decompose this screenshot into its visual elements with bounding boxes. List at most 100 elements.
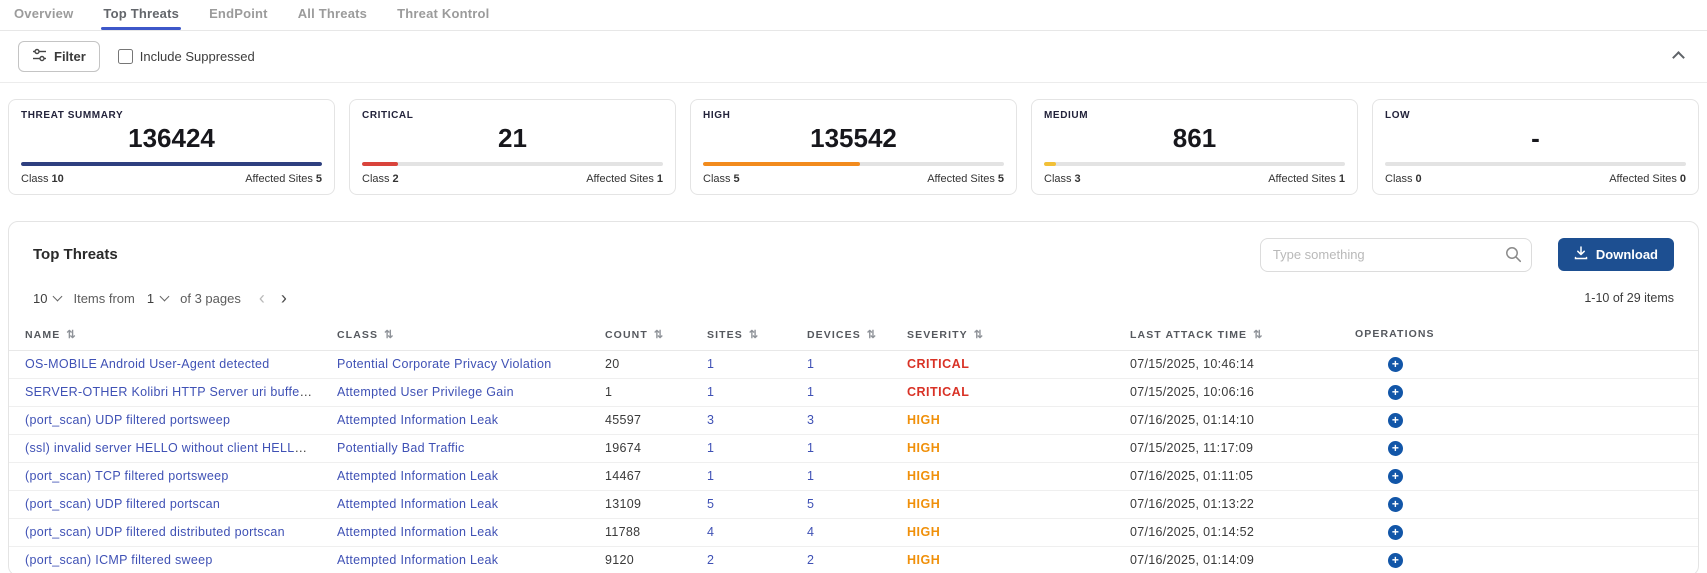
collapse-section-button[interactable]: [1668, 45, 1689, 69]
sort-icon[interactable]: ⇅: [384, 329, 393, 341]
tab-overview[interactable]: Overview: [12, 0, 75, 30]
pagination-bar: 10 Items from 1 of 3 pages ‹ › 1-10 of 2…: [9, 282, 1698, 319]
expand-plus-icon[interactable]: +: [1388, 497, 1403, 512]
devices-link[interactable]: 4: [807, 525, 814, 539]
expand-plus-icon[interactable]: +: [1388, 413, 1403, 428]
threat-name-link[interactable]: OS-MOBILE Android User-Agent detected: [25, 357, 270, 371]
column-header: SITES⇅: [692, 319, 792, 351]
sites-link[interactable]: 5: [707, 497, 714, 511]
summary-card: HIGH 135542 Class5 Affected Sites5: [690, 99, 1017, 195]
devices-link[interactable]: 5: [807, 497, 814, 511]
include-suppressed-checkbox[interactable]: Include Suppressed: [118, 49, 255, 64]
count-cell: 14467: [590, 462, 692, 490]
tab-all-threats[interactable]: All Threats: [296, 0, 369, 30]
sites-link[interactable]: 2: [707, 553, 714, 567]
table-row[interactable]: SERVER-OTHER Kolibri HTTP Server uri buf…: [9, 378, 1698, 406]
card-class-count: Class5: [703, 173, 740, 185]
search-icon[interactable]: [1505, 246, 1522, 268]
card-affected-sites: Affected Sites1: [586, 173, 663, 185]
threat-class-link[interactable]: Potential Corporate Privacy Violation: [337, 357, 551, 371]
expand-plus-icon[interactable]: +: [1388, 525, 1403, 540]
devices-link[interactable]: 1: [807, 385, 814, 399]
sites-link[interactable]: 1: [707, 469, 714, 483]
sites-link[interactable]: 1: [707, 357, 714, 371]
devices-link[interactable]: 1: [807, 441, 814, 455]
threat-name-link[interactable]: (port_scan) UDP filtered portscan: [25, 497, 220, 511]
count-cell: 19674: [590, 434, 692, 462]
threat-class-link[interactable]: Attempted Information Leak: [337, 469, 498, 483]
threat-class-link[interactable]: Attempted Information Leak: [337, 497, 498, 511]
threat-name-link[interactable]: (port_scan) ICMP filtered sweep: [25, 553, 213, 567]
threat-class-link[interactable]: Attempted User Privilege Gain: [337, 385, 514, 399]
next-page-button[interactable]: ›: [281, 288, 287, 309]
expand-plus-icon[interactable]: +: [1388, 357, 1403, 372]
chevron-up-icon: [1672, 51, 1685, 64]
table-row[interactable]: (ssl) invalid server HELLO without clien…: [9, 434, 1698, 462]
download-button[interactable]: Download: [1558, 238, 1674, 271]
threat-name-link[interactable]: (port_scan) UDP filtered portsweep: [25, 413, 230, 427]
summary-card: CRITICAL 21 Class2 Affected Sites1: [349, 99, 676, 195]
tab-endpoint[interactable]: EndPoint: [207, 0, 270, 30]
prev-page-button[interactable]: ‹: [259, 288, 265, 309]
severity-label: HIGH: [907, 413, 940, 427]
severity-label: HIGH: [907, 441, 940, 455]
tab-threat-kontrol[interactable]: Threat Kontrol: [395, 0, 491, 30]
threat-name-link[interactable]: SERVER-OTHER Kolibri HTTP Server uri buf…: [25, 385, 322, 399]
filter-button[interactable]: Filter: [18, 41, 100, 72]
sites-link[interactable]: 3: [707, 413, 714, 427]
threat-name-link[interactable]: (port_scan) TCP filtered portsweep: [25, 469, 229, 483]
threat-class-link[interactable]: Attempted Information Leak: [337, 525, 498, 539]
devices-link[interactable]: 1: [807, 469, 814, 483]
sites-link[interactable]: 1: [707, 385, 714, 399]
sort-icon[interactable]: ⇅: [654, 329, 663, 341]
sites-link[interactable]: 4: [707, 525, 714, 539]
include-suppressed-checkbox-input[interactable]: [118, 49, 133, 64]
table-row[interactable]: (port_scan) ICMP filtered sweep Attempte…: [9, 546, 1698, 573]
expand-plus-icon[interactable]: +: [1388, 553, 1403, 568]
card-affected-sites: Affected Sites0: [1609, 173, 1686, 185]
tab-top-threats[interactable]: Top Threats: [101, 0, 181, 30]
sort-icon[interactable]: ⇅: [867, 329, 876, 341]
table-row[interactable]: (port_scan) TCP filtered portsweep Attem…: [9, 462, 1698, 490]
page-size-select[interactable]: 10: [33, 291, 61, 306]
page-select[interactable]: 1: [147, 291, 168, 306]
table-header-row: NAME⇅CLASS⇅COUNT⇅SITES⇅DEVICES⇅SEVERITY⇅…: [9, 319, 1698, 351]
severity-label: HIGH: [907, 525, 940, 539]
threat-class-link[interactable]: Potentially Bad Traffic: [337, 441, 465, 455]
card-class-count: Class2: [362, 173, 399, 185]
expand-plus-icon[interactable]: +: [1388, 385, 1403, 400]
card-affected-sites: Affected Sites1: [1268, 173, 1345, 185]
threat-class-link[interactable]: Attempted Information Leak: [337, 413, 498, 427]
card-progress-track: [362, 162, 663, 166]
download-button-label: Download: [1596, 247, 1658, 262]
card-progress-track: [1044, 162, 1345, 166]
threat-class-link[interactable]: Attempted Information Leak: [337, 553, 498, 567]
column-header: CLASS⇅: [322, 319, 590, 351]
table-row[interactable]: (port_scan) UDP filtered portscan Attemp…: [9, 490, 1698, 518]
sites-link[interactable]: 1: [707, 441, 714, 455]
threat-name-link[interactable]: (port_scan) UDP filtered distributed por…: [25, 525, 285, 539]
page-size-value: 10: [33, 291, 47, 306]
severity-label: HIGH: [907, 469, 940, 483]
devices-link[interactable]: 1: [807, 357, 814, 371]
chevron-down-icon: [160, 292, 170, 302]
table-row[interactable]: (port_scan) UDP filtered distributed por…: [9, 518, 1698, 546]
column-header: NAME⇅: [9, 319, 322, 351]
devices-link[interactable]: 2: [807, 553, 814, 567]
search-input[interactable]: [1260, 238, 1532, 272]
sort-icon[interactable]: ⇅: [66, 329, 75, 341]
devices-link[interactable]: 3: [807, 413, 814, 427]
count-cell: 45597: [590, 406, 692, 434]
severity-label: CRITICAL: [907, 357, 969, 371]
table-body: OS-MOBILE Android User-Agent detected Po…: [9, 350, 1698, 573]
sort-icon[interactable]: ⇅: [1253, 329, 1262, 341]
expand-plus-icon[interactable]: +: [1388, 441, 1403, 456]
table-row[interactable]: (port_scan) UDP filtered portsweep Attem…: [9, 406, 1698, 434]
expand-plus-icon[interactable]: +: [1388, 469, 1403, 484]
last-attack-time-cell: 07/16/2025, 01:14:09: [1115, 546, 1340, 573]
panel-header-actions: Download: [1260, 238, 1674, 272]
threat-name-link[interactable]: (ssl) invalid server HELLO without clien…: [25, 441, 322, 455]
sort-icon[interactable]: ⇅: [749, 329, 758, 341]
sort-icon[interactable]: ⇅: [974, 329, 983, 341]
table-row[interactable]: OS-MOBILE Android User-Agent detected Po…: [9, 350, 1698, 378]
